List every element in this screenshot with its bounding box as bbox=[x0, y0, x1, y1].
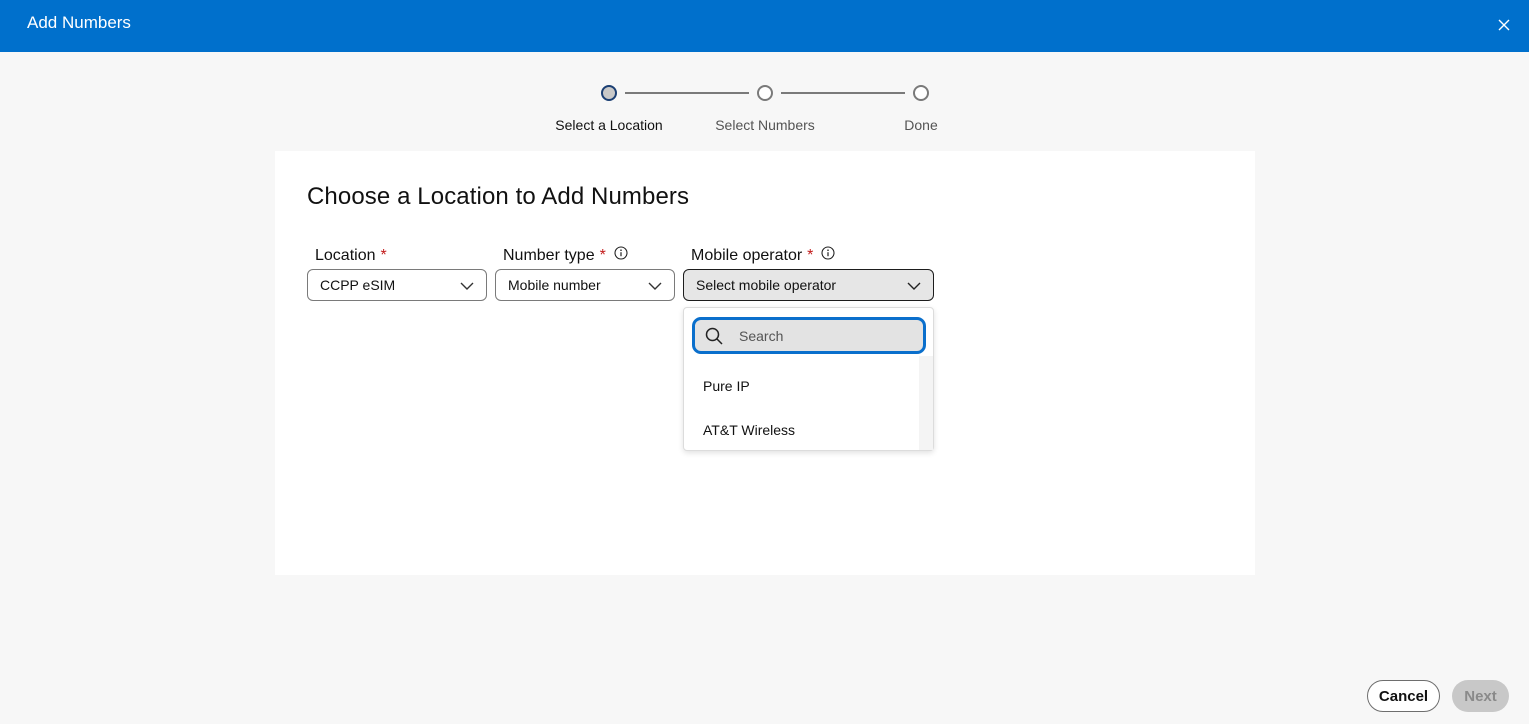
step-connector bbox=[625, 92, 749, 94]
stepper: Select a Location Select Numbers Done bbox=[540, 84, 960, 144]
close-button[interactable] bbox=[1493, 14, 1515, 36]
search-icon bbox=[705, 327, 723, 345]
mobile-operator-label-text: Mobile operator bbox=[691, 247, 803, 264]
required-mark: * bbox=[380, 247, 387, 264]
location-card: Choose a Location to Add Numbers Locatio… bbox=[275, 151, 1255, 575]
next-button[interactable]: Next bbox=[1452, 680, 1509, 712]
info-icon[interactable] bbox=[614, 246, 628, 260]
number-type-label-text: Number type bbox=[503, 247, 595, 264]
search-input[interactable] bbox=[739, 326, 909, 346]
step-connector bbox=[781, 92, 905, 94]
chevron-down-icon bbox=[648, 282, 662, 290]
step-1-label: Select a Location bbox=[555, 117, 663, 133]
mobile-operator-dropdown: Pure IP AT&T Wireless bbox=[683, 307, 934, 451]
required-mark: * bbox=[807, 247, 814, 264]
chevron-down-icon bbox=[907, 282, 921, 290]
page-title: Choose a Location to Add Numbers bbox=[307, 183, 690, 210]
number-type-label: Number type * bbox=[503, 246, 628, 265]
info-icon[interactable] bbox=[821, 246, 835, 260]
location-select[interactable]: CCPP eSIM bbox=[307, 269, 487, 301]
search-box[interactable] bbox=[692, 317, 926, 354]
mobile-operator-select[interactable]: Select mobile operator bbox=[683, 269, 934, 301]
chevron-down-icon bbox=[460, 282, 474, 290]
step-2-label: Select Numbers bbox=[715, 117, 815, 133]
required-mark: * bbox=[599, 247, 606, 264]
number-type-select-value: Mobile number bbox=[508, 277, 601, 293]
step-2-indicator bbox=[757, 85, 773, 101]
cancel-button[interactable]: Cancel bbox=[1367, 680, 1440, 712]
mobile-operator-label: Mobile operator * bbox=[691, 246, 835, 265]
modal-title: Add Numbers bbox=[27, 13, 131, 32]
option-pure-ip[interactable]: Pure IP bbox=[684, 364, 919, 408]
number-type-select[interactable]: Mobile number bbox=[495, 269, 675, 301]
close-icon bbox=[1498, 19, 1510, 31]
step-3-label: Done bbox=[904, 117, 938, 133]
step-1-indicator bbox=[601, 85, 617, 101]
location-label: Location * bbox=[315, 247, 387, 265]
mobile-operator-select-placeholder: Select mobile operator bbox=[696, 277, 837, 293]
step-3-indicator bbox=[913, 85, 929, 101]
modal-header: Add Numbers bbox=[0, 0, 1529, 52]
location-label-text: Location bbox=[315, 247, 376, 264]
location-select-value: CCPP eSIM bbox=[320, 277, 396, 293]
dropdown-scrollbar[interactable] bbox=[919, 356, 933, 450]
option-att-wireless[interactable]: AT&T Wireless bbox=[684, 408, 919, 452]
